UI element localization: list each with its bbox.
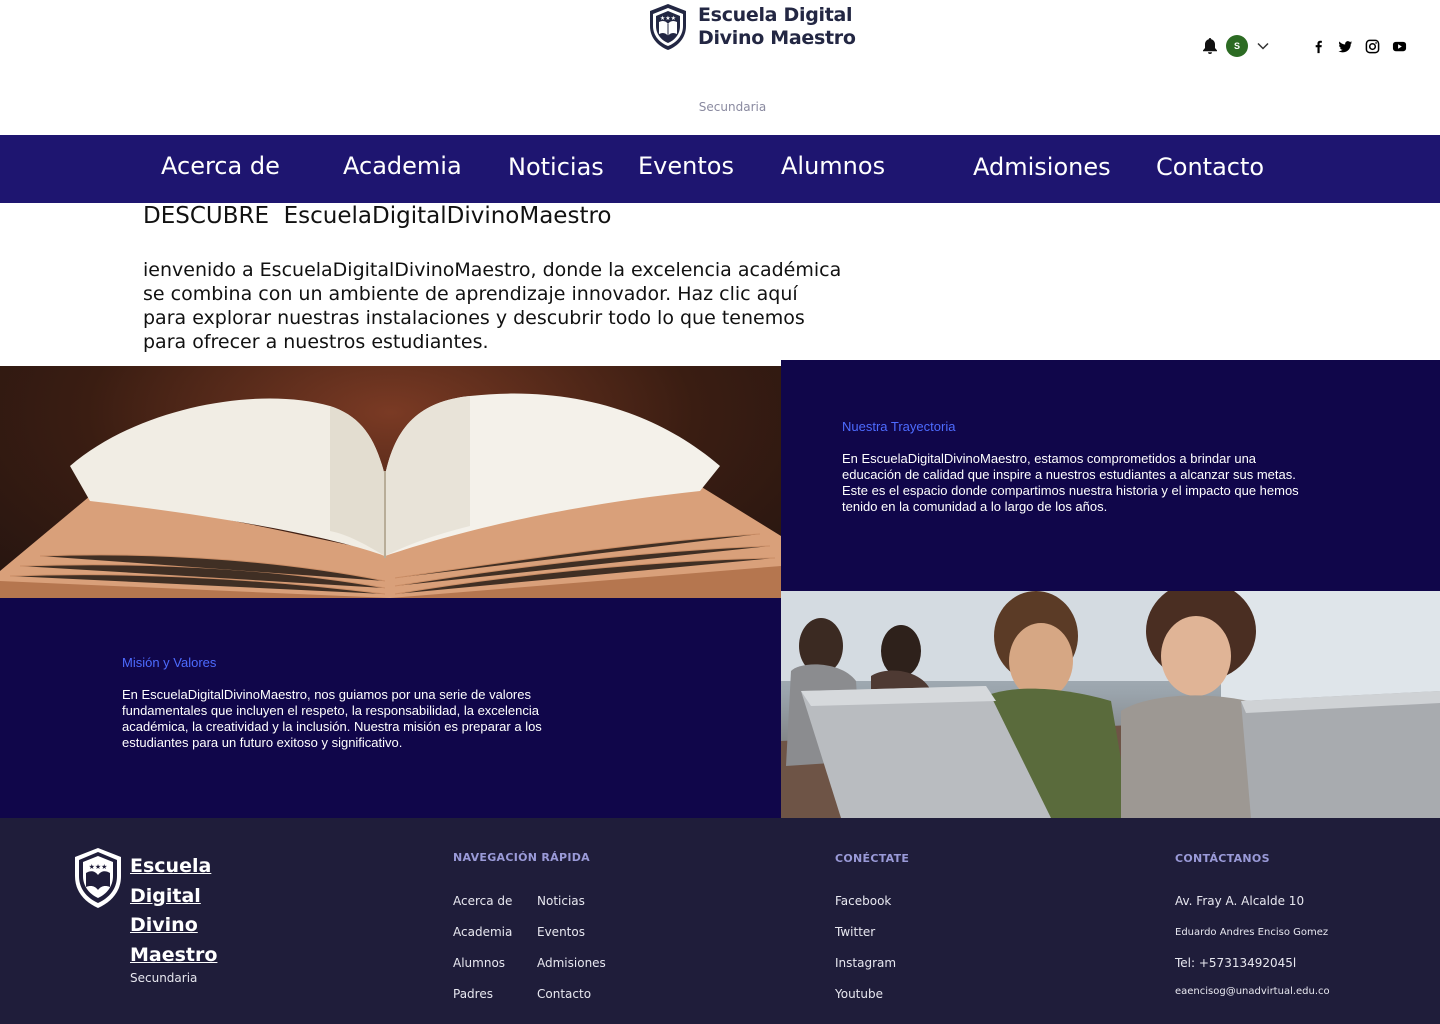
footer-contact-heading: CONTÁCTANOS xyxy=(1175,852,1270,865)
footer-link-admisiones[interactable]: Admisiones xyxy=(537,956,606,970)
intro-text[interactable]: ienvenido a EscuelaDigitalDivinoMaestro,… xyxy=(143,258,843,354)
footer-link-acerca-de[interactable]: Acerca de xyxy=(453,894,512,908)
site-header: ★★★ Escuela Digital Divino Maestro Secun… xyxy=(0,0,1440,135)
footer-logo-line: Escuela xyxy=(130,855,212,877)
mision-panel: Misión y Valores En EscuelaDigitalDivino… xyxy=(0,598,781,818)
nav-item-alumnos[interactable]: Alumnos xyxy=(781,152,885,180)
avatar[interactable]: S xyxy=(1226,35,1248,57)
footer-link-academia[interactable]: Academia xyxy=(453,925,512,939)
footer-link-alumnos[interactable]: Alumnos xyxy=(453,956,505,970)
footer-logo-line: Maestro xyxy=(130,943,218,966)
footer-email[interactable]: eaencisog@unadvirtual.edu.co xyxy=(1175,986,1330,997)
footer-link-padres[interactable]: Padres xyxy=(453,987,493,1001)
logo-line-2: Divino Maestro xyxy=(698,27,856,49)
mision-heading: Misión y Valores xyxy=(122,655,217,670)
footer-link-facebook[interactable]: Facebook xyxy=(835,894,891,908)
trayectoria-panel: Nuestra Trayectoria En EscuelaDigitalDiv… xyxy=(781,360,1440,591)
footer-link-eventos[interactable]: Eventos xyxy=(537,925,585,939)
bell-icon[interactable] xyxy=(1202,37,1218,55)
site-footer: ★★★ Escuela Digital Divino Maestro Secun… xyxy=(0,818,1440,1024)
footer-connect-heading: CONÉCTATE xyxy=(835,852,910,865)
trayectoria-heading: Nuestra Trayectoria xyxy=(842,419,956,434)
nav-item-noticias[interactable]: Noticias xyxy=(508,153,604,181)
chevron-down-icon[interactable] xyxy=(1256,39,1270,53)
intro-title: DESCUBRE EscuelaDigitalDivinoMaestro xyxy=(143,203,612,229)
footer-contact-name: Eduardo Andres Enciso Gomez xyxy=(1175,927,1329,938)
logo-line-1: Escuela Digital xyxy=(698,4,853,26)
trayectoria-text: En EscuelaDigitalDivinoMaestro, estamos … xyxy=(842,451,1299,514)
footer-link-noticias[interactable]: Noticias xyxy=(537,894,585,908)
open-book-image xyxy=(0,366,781,598)
footer-link-instagram[interactable]: Instagram xyxy=(835,956,896,970)
instagram-icon[interactable] xyxy=(1365,39,1380,54)
footer-link-youtube[interactable]: Youtube xyxy=(835,987,883,1001)
footer-link-twitter[interactable]: Twitter xyxy=(835,925,875,939)
social-links xyxy=(1311,39,1407,54)
youtube-icon[interactable] xyxy=(1392,39,1407,54)
footer-address: Av. Fray A. Alcalde 10 xyxy=(1175,894,1305,908)
footer-logo-line: Digital xyxy=(130,884,201,907)
user-menu[interactable]: S xyxy=(1202,35,1270,57)
nav-item-acerca-de[interactable]: Acerca de xyxy=(161,152,280,180)
site-logo[interactable]: ★★★ Escuela Digital Divino Maestro xyxy=(646,2,856,52)
twitter-icon[interactable] xyxy=(1338,39,1353,54)
site-subtitle: Secundaria xyxy=(698,100,767,114)
facebook-icon[interactable] xyxy=(1311,39,1326,54)
svg-text:★★★: ★★★ xyxy=(660,15,676,22)
footer-shield-logo-icon[interactable]: ★★★ xyxy=(71,846,125,910)
footer-nav-heading: NAVEGACIÓN RÁPIDA xyxy=(453,851,590,864)
nav-item-eventos[interactable]: Eventos xyxy=(638,152,734,180)
students-image xyxy=(781,591,1440,818)
nav-item-admisiones[interactable]: Admisiones xyxy=(973,153,1111,181)
footer-logo-text[interactable]: Escuela Digital Divino Maestro xyxy=(130,852,217,970)
footer-logo-line: Divino xyxy=(130,914,198,936)
footer-logo-subtitle: Secundaria xyxy=(130,971,198,985)
nav-item-contacto[interactable]: Contacto xyxy=(1156,153,1264,181)
shield-logo-icon: ★★★ xyxy=(650,4,686,50)
footer-phone: Tel: +57313492045l xyxy=(1175,956,1297,970)
main-nav: Acerca de Academia Noticias Eventos Alum… xyxy=(0,135,1440,203)
nav-item-academia[interactable]: Academia xyxy=(343,152,462,180)
svg-text:★★★: ★★★ xyxy=(89,863,108,871)
footer-link-contacto[interactable]: Contacto xyxy=(537,987,591,1001)
mision-text: En EscuelaDigitalDivinoMaestro, nos guia… xyxy=(122,687,542,750)
